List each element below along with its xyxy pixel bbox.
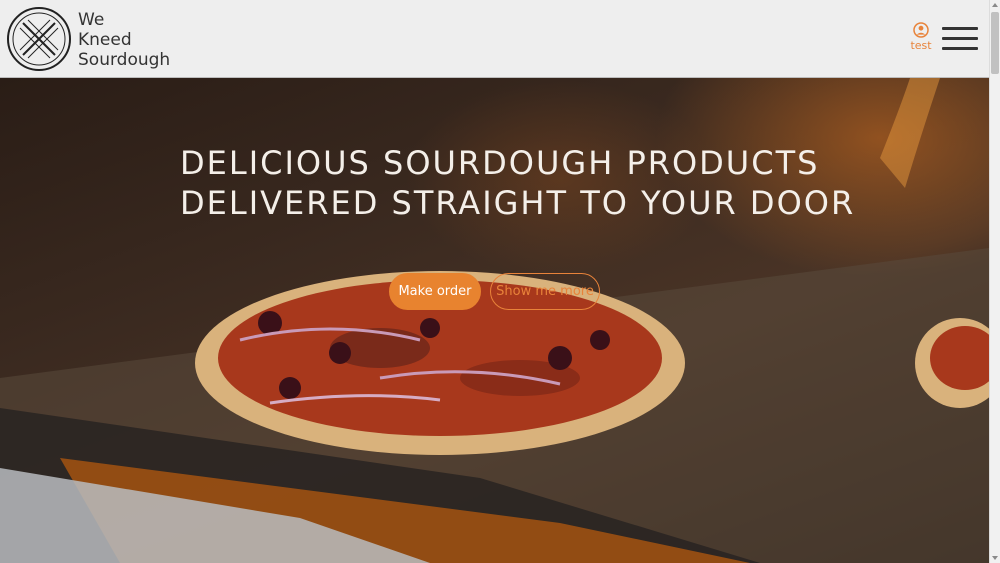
account-label: test <box>910 39 932 52</box>
brand-name[interactable]: We Kneed Sourdough <box>78 10 170 70</box>
scroll-thumb[interactable] <box>991 12 999 74</box>
account-link[interactable]: test <box>906 22 936 52</box>
scroll-up-icon[interactable] <box>992 3 998 7</box>
hero-section: DELICIOUS SOURDOUGH PRODUCTS DELIVERED S… <box>0 78 989 563</box>
show-me-more-button[interactable]: Show me more <box>490 273 600 310</box>
hero-headline-line-1: DELICIOUS SOURDOUGH PRODUCTS <box>180 144 820 182</box>
brand-line-3: Sourdough <box>78 50 171 70</box>
hero-headline-line-2: DELIVERED STRAIGHT TO YOUR DOOR <box>180 184 856 222</box>
brand-line-2: Kneed <box>78 30 132 50</box>
user-circle-icon <box>913 22 929 38</box>
logo-icon[interactable] <box>6 6 72 72</box>
hero-headline: DELICIOUS SOURDOUGH PRODUCTS DELIVERED S… <box>180 143 940 223</box>
hamburger-menu-icon[interactable] <box>942 27 978 51</box>
brand-line-1: We <box>78 10 105 30</box>
page-scrollbar[interactable] <box>989 0 1000 563</box>
site-header: We Kneed Sourdough test <box>0 0 989 78</box>
scroll-down-icon[interactable] <box>992 556 998 560</box>
make-order-button[interactable]: Make order <box>389 273 481 310</box>
